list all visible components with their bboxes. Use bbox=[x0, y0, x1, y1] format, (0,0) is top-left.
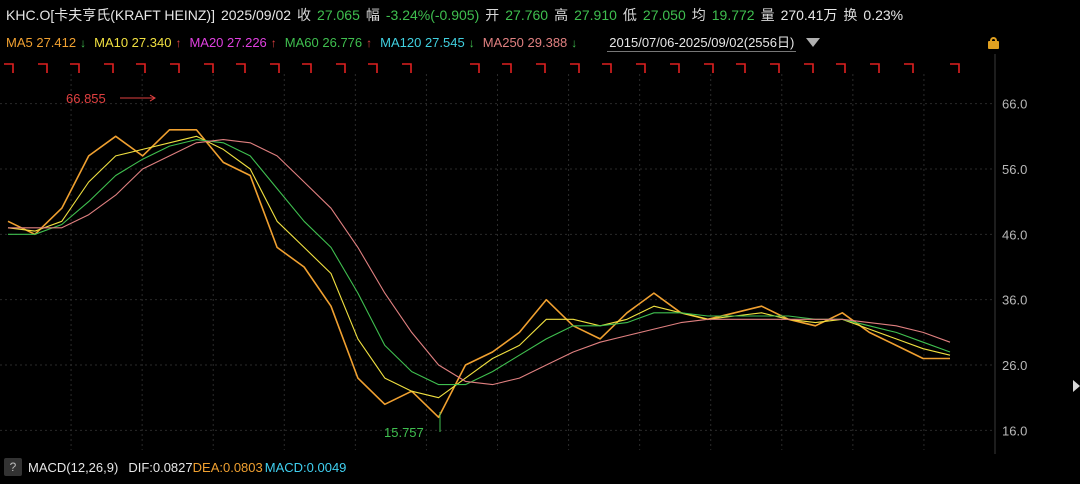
ma-item-ma5[interactable]: MA5 27.412 ↓ bbox=[6, 35, 86, 50]
dividend-marker-icon bbox=[302, 63, 312, 73]
ma-label: MA20 27.226 bbox=[189, 34, 267, 50]
dividend-marker-icon bbox=[502, 63, 512, 73]
dividend-marker-icon bbox=[170, 63, 180, 73]
macd-indicator-bar: ? MACD(12,26,9) DIF:0.0827 DEA:0.0803 MA… bbox=[0, 456, 1080, 478]
volume-label: 量 bbox=[760, 7, 775, 23]
trend-arrow-icon: ↑ bbox=[366, 35, 373, 50]
low-label: 低 bbox=[622, 7, 637, 23]
dividend-marker-icon bbox=[836, 63, 846, 73]
macd-value: MACD:0.0049 bbox=[264, 459, 347, 475]
dividend-marker-icon bbox=[570, 63, 580, 73]
ma-label: MA60 26.776 bbox=[284, 34, 363, 50]
lock-icon[interactable] bbox=[988, 37, 999, 49]
ma-item-ma60[interactable]: MA60 26.776 ↑ bbox=[285, 35, 372, 50]
expand-arrow-icon[interactable] bbox=[1073, 380, 1080, 392]
price-line bbox=[7, 129, 950, 419]
close-label: 收 bbox=[297, 7, 312, 23]
quote-date: 2025/09/02 bbox=[220, 7, 292, 23]
dividend-marker-icon bbox=[270, 63, 280, 73]
avg-label: 均 bbox=[691, 7, 706, 23]
dividend-marker-icon bbox=[70, 63, 80, 73]
y-tick-label: 16.0 bbox=[1002, 423, 1027, 438]
open-label: 开 bbox=[485, 7, 500, 23]
turnover-label: 换 bbox=[843, 7, 858, 23]
dividend-marker-icon bbox=[904, 63, 914, 73]
ma-item-ma20[interactable]: MA20 27.226 ↑ bbox=[189, 35, 276, 50]
help-icon[interactable]: ? bbox=[4, 458, 22, 476]
avg-value: 19.772 bbox=[711, 7, 755, 23]
high-price-label: 66.855 bbox=[66, 91, 106, 106]
dividend-marker-icon bbox=[870, 63, 880, 73]
quote-info-bar: KHC.O[卡夫亨氏(KRAFT HEINZ)] 2025/09/02 收 27… bbox=[0, 0, 1080, 30]
date-range-selector[interactable]: 2015/07/06-2025/09/02(2556日) bbox=[607, 32, 797, 52]
y-tick-label: 66.0 bbox=[1002, 97, 1027, 112]
moving-average-bar: MA5 27.412 ↓ MA10 27.340 ↑ MA20 27.226 ↑ MA… bbox=[0, 30, 1080, 54]
dividend-marker-icon bbox=[104, 63, 114, 73]
change-label: 幅 bbox=[365, 7, 380, 23]
dividend-marker-icon bbox=[38, 63, 48, 73]
ma-item-ma120[interactable]: MA120 27.545 ↓ bbox=[380, 35, 475, 50]
trend-arrow-icon: ↓ bbox=[80, 35, 87, 50]
dividend-marker-icon bbox=[536, 63, 546, 73]
trend-arrow-icon: ↓ bbox=[468, 35, 475, 50]
low-value: 27.050 bbox=[642, 7, 686, 23]
dividend-marker-icon bbox=[804, 63, 814, 73]
dividend-marker-icon bbox=[236, 63, 246, 73]
chevron-down-icon[interactable] bbox=[806, 37, 821, 47]
y-tick-label: 46.0 bbox=[1002, 227, 1027, 242]
change-value: -3.24%(-0.905) bbox=[385, 7, 480, 23]
dividend-marker-icon bbox=[602, 63, 612, 73]
dividend-marker-icon bbox=[770, 63, 780, 73]
dividend-marker-icon bbox=[470, 63, 480, 73]
dividend-marker-icon bbox=[402, 63, 412, 73]
y-tick-label: 36.0 bbox=[1002, 293, 1027, 308]
dividend-marker-icon bbox=[368, 63, 378, 73]
high-label: 高 bbox=[554, 7, 569, 23]
macd-dea: DEA:0.0803 bbox=[192, 459, 263, 475]
ma-line bbox=[8, 139, 951, 386]
low-price-label: 15.757 bbox=[384, 425, 424, 440]
dividend-marker-icon bbox=[4, 63, 14, 73]
dividend-marker-icon bbox=[670, 63, 680, 73]
ma-label: MA250 29.388 bbox=[482, 34, 568, 50]
ma-line bbox=[8, 139, 951, 386]
ma-item-ma10[interactable]: MA10 27.340 ↑ bbox=[94, 35, 181, 50]
y-tick-label: 26.0 bbox=[1002, 358, 1027, 373]
dividend-marker-icon bbox=[136, 63, 146, 73]
ticker-name[interactable]: KHC.O[卡夫亨氏(KRAFT HEINZ)] bbox=[6, 5, 215, 25]
high-value: 27.910 bbox=[574, 7, 617, 23]
macd-dif: DIF:0.0827 bbox=[128, 459, 193, 475]
dividend-marker-icon bbox=[950, 63, 960, 73]
turnover-value: 0.23% bbox=[863, 7, 904, 23]
macd-label[interactable]: MACD(12,26,9) bbox=[28, 460, 118, 475]
close-value: 27.065 bbox=[317, 7, 360, 23]
trend-arrow-icon: ↑ bbox=[175, 35, 182, 50]
price-chart[interactable]: 66.0 56.0 46.0 36.0 26.0 16.0 66.855 15.757 bbox=[0, 54, 1080, 454]
ma-label: MA10 27.340 bbox=[94, 34, 172, 50]
trend-arrow-icon: ↑ bbox=[270, 35, 277, 50]
open-value: 27.760 bbox=[505, 7, 549, 23]
trend-arrow-icon: ↓ bbox=[571, 35, 578, 50]
ma-label: MA120 27.545 bbox=[380, 34, 465, 50]
dividend-marker-icon bbox=[336, 63, 346, 73]
ma-item-ma250[interactable]: MA250 29.388 ↓ bbox=[483, 35, 578, 50]
dividend-marker-icon bbox=[704, 63, 714, 73]
volume-value: 270.41万 bbox=[780, 7, 838, 23]
dividend-marker-icon bbox=[736, 63, 746, 73]
dividend-marker-icon bbox=[636, 63, 646, 73]
ma-label: MA5 27.412 bbox=[6, 34, 77, 50]
y-tick-label: 56.0 bbox=[1002, 162, 1027, 177]
dividend-marker-icon bbox=[204, 63, 214, 73]
